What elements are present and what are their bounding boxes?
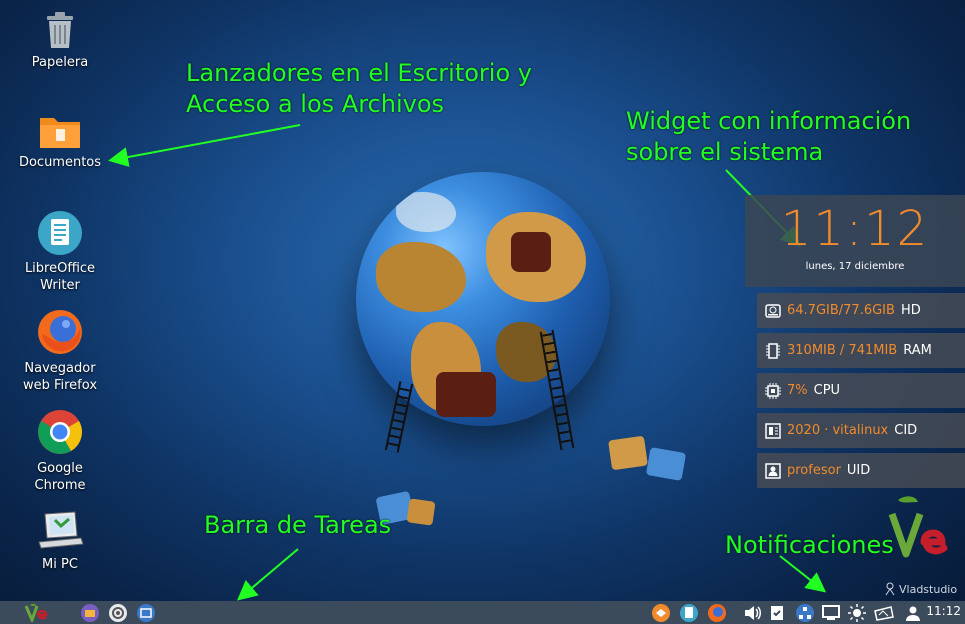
info-row-cid: 2020 · vitalinux CID — [757, 413, 965, 448]
info-value: profesor — [787, 463, 841, 478]
info-label: HD — [900, 303, 921, 318]
arrow-to-taskbar — [236, 548, 299, 601]
clipboard-check-icon — [771, 606, 783, 620]
tray-tasks[interactable] — [768, 603, 786, 622]
tray-volume[interactable] — [742, 603, 764, 622]
user-icon — [906, 606, 920, 621]
brightness-icon — [848, 603, 866, 622]
info-value: 7% — [787, 383, 808, 398]
info-row-cpu: 7% CPU — [757, 373, 965, 408]
info-value: 64.7GIB/77.6GIB — [787, 303, 895, 318]
widget-date: lunes, 17 diciembre — [805, 261, 905, 272]
vladstudio-watermark: Vladstudio — [884, 582, 957, 596]
firefox-icon — [708, 604, 726, 622]
id-card-icon — [765, 422, 781, 439]
window-icon — [137, 604, 155, 622]
info-value: 310MIB / 741MIB — [787, 343, 898, 358]
info-label: RAM — [903, 343, 932, 358]
user-icon — [765, 462, 781, 479]
tray-screen[interactable] — [820, 603, 842, 622]
tray-user[interactable] — [902, 603, 924, 622]
taskbar-clock[interactable]: 11:12 — [926, 604, 961, 618]
info-row-ram: 310MIB / 741MIB RAM — [757, 333, 965, 368]
taskbar: 11:12 — [0, 601, 965, 624]
taskbar-show-desktop[interactable] — [136, 603, 156, 622]
tray-firefox[interactable] — [706, 603, 728, 622]
folder-icon — [81, 604, 99, 622]
network-icon — [796, 604, 814, 622]
cpu-icon — [765, 382, 781, 399]
info-value: 2020 · vitalinux — [787, 423, 889, 438]
info-label: UID — [846, 463, 871, 478]
tray-screenshot[interactable] — [872, 603, 896, 622]
settings-icon — [109, 604, 127, 622]
tray-writer[interactable] — [678, 603, 700, 622]
taskbar-file-manager[interactable] — [80, 603, 100, 622]
hard-disk-icon — [765, 303, 781, 319]
info-label: CID — [894, 423, 918, 438]
vitalinux-app-icon — [652, 604, 670, 622]
start-menu-button[interactable] — [22, 603, 50, 622]
tray-network[interactable] — [794, 603, 816, 622]
widget-time: 11:12 — [780, 201, 930, 257]
memory-icon — [765, 342, 781, 359]
libreoffice-writer-icon — [680, 604, 698, 622]
info-label: CPU — [813, 383, 841, 398]
clock-widget: 11:12 lunes, 17 diciembre — [745, 195, 965, 287]
tray-vitalinux-app[interactable] — [650, 603, 672, 622]
vitalinux-logo — [888, 496, 948, 558]
camera-icon — [874, 605, 894, 621]
vladstudio-logo-icon — [885, 582, 895, 596]
tray-brightness[interactable] — [846, 603, 868, 622]
taskbar-software-center[interactable] — [108, 603, 128, 622]
volume-icon — [745, 605, 761, 620]
vitalinux-menu-icon — [24, 603, 48, 622]
info-row-hd: 64.7GIB/77.6GIB HD — [757, 293, 965, 328]
display-icon — [822, 605, 840, 620]
info-row-uid: profesor UID — [757, 453, 965, 488]
arrow-to-notifications — [779, 555, 827, 593]
arrow-to-documentos — [108, 124, 301, 167]
